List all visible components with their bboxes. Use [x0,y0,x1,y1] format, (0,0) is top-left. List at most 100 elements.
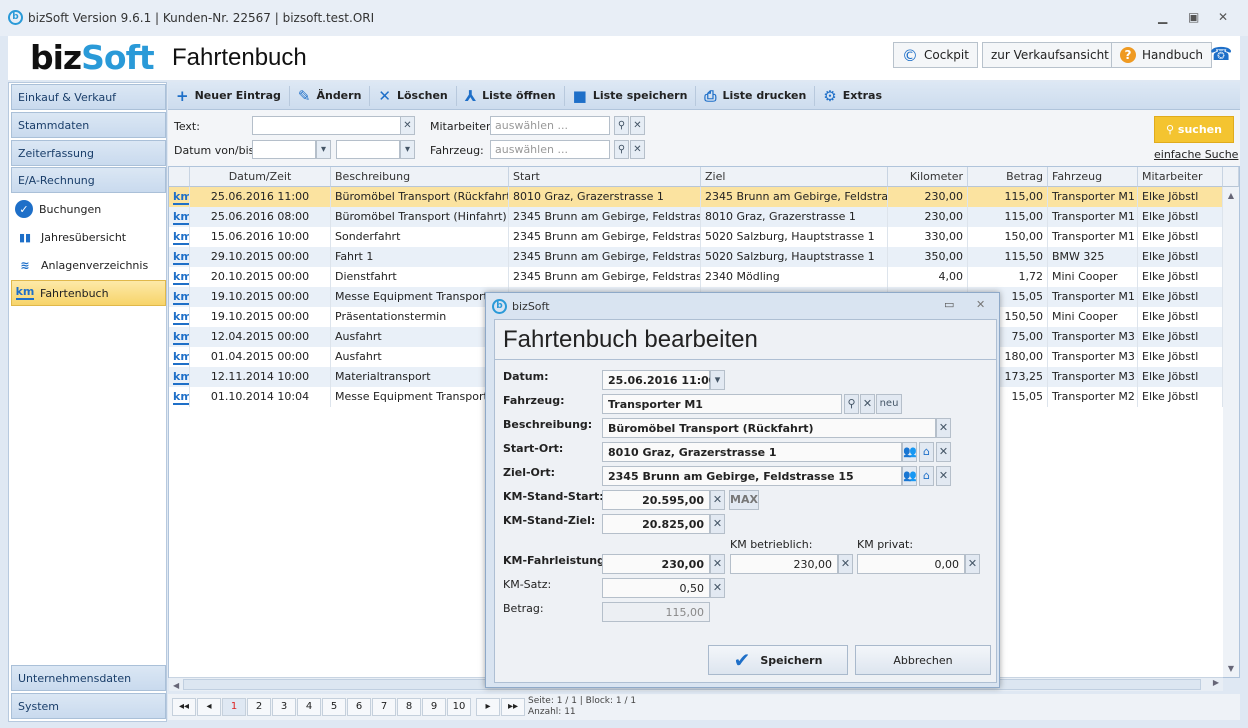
page-button[interactable]: 10 [447,698,471,716]
clear-kmstart-button[interactable]: ✕ [710,490,725,510]
contacts-icon[interactable]: 👥 [902,442,917,462]
clear-text-button[interactable]: ✕ [400,116,415,135]
leistung-field[interactable]: 230,00 [602,554,710,574]
page-button[interactable]: 8 [397,698,421,716]
sidebar-ea-rechnung[interactable]: E/A-Rechnung [11,167,166,193]
page-button[interactable]: 9 [422,698,446,716]
kmziel-field[interactable]: 20.825,00 [602,514,710,534]
sidebar-einkauf-verkauf[interactable]: Einkauf & Verkauf [11,84,166,110]
page-button[interactable]: 4 [297,698,321,716]
datum-field[interactable]: 25.06.2016 11:00 [602,370,716,390]
sidebar-item-jahresuebersicht[interactable]: ▮▮ Jahresübersicht [11,224,166,250]
next-page-button[interactable]: ▸ [476,698,500,716]
date-from-input[interactable] [252,140,316,159]
column-header[interactable]: Kilometer [888,167,968,187]
datum-dropdown[interactable]: ▾ [710,370,725,390]
print-list-button[interactable]: ⎙ Liste drucken [696,85,816,106]
clear-leistung-button[interactable]: ✕ [710,554,725,574]
employee-input[interactable]: auswählen ... [490,116,610,135]
sidebar-item-fahrtenbuch[interactable]: km Fahrtenbuch [11,280,166,306]
scroll-right-icon[interactable]: ▶ [1213,678,1219,687]
page-button[interactable]: 5 [322,698,346,716]
save-button[interactable]: ✔ Speichern [708,645,848,675]
text-input[interactable] [252,116,402,135]
close-button[interactable]: ✕ [1218,10,1228,24]
clear-satz-button[interactable]: ✕ [710,578,725,598]
beschreibung-field[interactable]: Büromöbel Transport (Rückfahrt) [602,418,936,438]
page-button[interactable]: 7 [372,698,396,716]
minimize-button[interactable]: ▭ [944,298,954,311]
sidebar-item-buchungen[interactable]: ✓ Buchungen [11,196,166,222]
sidebar-item-anlagenverzeichnis[interactable]: ≋ Anlagenverzeichnis [11,252,166,278]
home-icon[interactable]: ⌂ [919,466,934,486]
maximize-button[interactable]: ▣ [1188,10,1199,24]
page-button[interactable]: 6 [347,698,371,716]
first-page-button[interactable]: ◂◂ [172,698,196,716]
vertical-scrollbar[interactable]: ▲ ▼ [1223,187,1239,677]
betrieblich-field[interactable]: 230,00 [730,554,838,574]
search-icon[interactable]: ⚲ [844,394,859,414]
sidebar-stammdaten[interactable]: Stammdaten [11,112,166,138]
save-list-button[interactable]: ■ Liste speichern [565,85,697,106]
kmstart-field[interactable]: 20.595,00 [602,490,710,510]
sidebar-zeiterfassung[interactable]: Zeiterfassung [11,140,166,166]
clear-beschreibung-button[interactable]: ✕ [936,418,951,438]
open-list-button[interactable]: ⅄ Liste öffnen [457,85,565,106]
max-button[interactable]: MAX [729,490,759,510]
page-button[interactable]: 2 [247,698,271,716]
date-from-dropdown[interactable]: ▾ [316,140,331,159]
search-icon[interactable]: ⚲ [614,140,629,159]
new-vehicle-button[interactable]: neu [876,394,902,414]
support-icon[interactable]: ☎ [1210,44,1232,65]
clear-start-button[interactable]: ✕ [936,442,951,462]
contacts-icon[interactable]: 👥 [902,466,917,486]
sidebar-system[interactable]: System [11,693,166,719]
table-row[interactable]: km 29.10.2015 00:00 Fahrt 1 2345 Brunn am G… [169,247,1223,267]
date-to-input[interactable] [336,140,400,159]
ziel-field[interactable]: 2345 Brunn am Gebirge, Feldstrasse 15 [602,466,902,486]
clear-employee-button[interactable]: ✕ [630,116,645,135]
new-entry-button[interactable]: + Neuer Eintrag [168,85,290,106]
clear-ziel-button[interactable]: ✕ [936,466,951,486]
table-row[interactable]: km 20.10.2015 00:00 Dienstfahrt 2345 Brunn … [169,267,1223,287]
extras-button[interactable]: ⚙ Extras [815,86,890,106]
column-header[interactable]: Betrag [968,167,1048,187]
table-row[interactable]: km 25.06.2016 11:00 Büromöbel Transport (R… [169,187,1223,207]
simple-search-link[interactable]: einfache Suche [1154,148,1238,161]
column-header[interactable]: Datum/Zeit [190,167,331,187]
column-header[interactable]: Start [509,167,701,187]
edit-button[interactable]: ✎ Ändern [290,85,371,106]
prev-page-button[interactable]: ◂ [197,698,221,716]
sidebar-unternehmensdaten[interactable]: Unternehmensdaten [11,665,166,691]
column-header[interactable]: Mitarbeiter [1138,167,1223,187]
delete-button[interactable]: ✕ Löschen [370,85,457,106]
search-button[interactable]: ⚲ suchen [1154,116,1234,143]
date-to-dropdown[interactable]: ▾ [400,140,415,159]
vehicle-input[interactable]: auswählen ... [490,140,610,159]
start-field[interactable]: 8010 Graz, Grazerstrasse 1 [602,442,902,462]
table-row[interactable]: km 25.06.2016 08:00 Büromöbel Transport (H… [169,207,1223,227]
last-page-button[interactable]: ▸▸ [501,698,525,716]
column-header[interactable]: Beschreibung [331,167,509,187]
minimize-button[interactable]: ▁ [1158,10,1167,24]
scroll-down-icon[interactable]: ▼ [1223,664,1239,673]
clear-kmziel-button[interactable]: ✕ [710,514,725,534]
search-icon[interactable]: ⚲ [614,116,629,135]
clear-fahrzeug-button[interactable]: ✕ [860,394,875,414]
handbuch-button[interactable]: ? Handbuch [1111,42,1213,68]
page-button[interactable]: 3 [272,698,296,716]
scroll-up-icon[interactable]: ▲ [1223,187,1239,200]
clear-privat-button[interactable]: ✕ [965,554,980,574]
verkaufsansicht-button[interactable]: zur Verkaufsansicht [982,42,1118,68]
scroll-left-icon[interactable]: ◀ [169,681,179,690]
satz-field[interactable]: 0,50 [602,578,710,598]
fahrzeug-field[interactable]: Transporter M1 [602,394,842,414]
page-button[interactable]: 1 [222,698,246,716]
home-icon[interactable]: ⌂ [919,442,934,462]
clear-vehicle-button[interactable]: ✕ [630,140,645,159]
column-header[interactable]: Fahrzeug [1048,167,1138,187]
cockpit-button[interactable]: © Cockpit [893,42,978,68]
clear-betrieblich-button[interactable]: ✕ [838,554,853,574]
cancel-button[interactable]: Abbrechen [855,645,991,675]
column-header[interactable]: Ziel [701,167,888,187]
